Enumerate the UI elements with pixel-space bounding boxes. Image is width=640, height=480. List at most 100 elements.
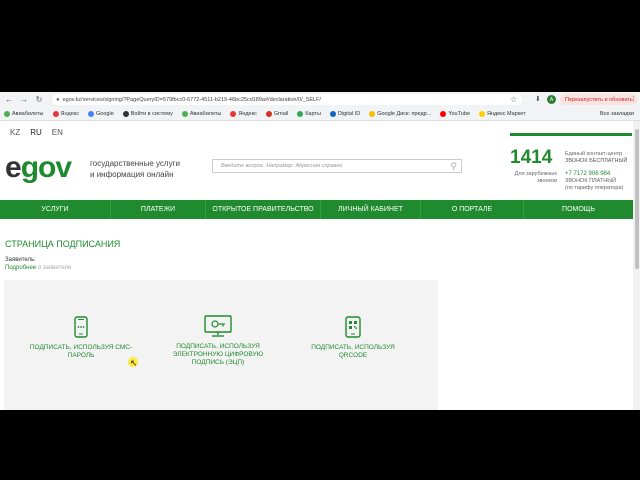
all-bookmarks-link[interactable]: Все закладки	[600, 111, 634, 117]
bookmark-favicon-icon	[369, 110, 376, 117]
bookmark-label: Gmail	[273, 110, 289, 117]
bookmark-favicon-icon	[4, 110, 10, 117]
sign-sms-option[interactable]: ПОДПИСАТЬ, ИСПОЛЬЗУЯ СМС- ПАРОЛЬ	[26, 316, 136, 360]
search-placeholder: Введите вопрос. Например: Адресная справ…	[221, 163, 342, 169]
foreign-calls-note: Для зарубежных звонков	[505, 171, 557, 185]
bookmark-item[interactable]: YouTube	[440, 110, 470, 117]
contact-center-label: Единый контакт-центр	[565, 151, 623, 157]
applicant-details-link[interactable]: Подробнее о заявителе	[5, 265, 71, 271]
lang-en[interactable]: EN	[52, 128, 63, 137]
mobile-phone-icon	[74, 316, 88, 338]
bookmark-favicon-icon	[297, 110, 304, 117]
mouse-pointer-icon: ↖	[130, 358, 138, 368]
forward-icon[interactable]: →	[18, 94, 30, 106]
more-link-faded: о заявителе	[37, 265, 72, 271]
profile-avatar[interactable]: A	[547, 95, 556, 104]
language-switcher: KZ RU EN	[10, 128, 63, 137]
bookmark-favicon-icon	[230, 110, 237, 117]
paid-call-label: ЗВОНОК ПЛАТНЫЙ	[565, 178, 617, 184]
sms-option-line-2: ПАРОЛЬ	[67, 352, 95, 359]
lang-kz[interactable]: KZ	[10, 128, 20, 137]
bookmark-label: Google	[96, 110, 114, 117]
back-icon[interactable]: ←	[3, 94, 15, 106]
lang-ru[interactable]: RU	[30, 128, 42, 137]
page-scrollbar-thumb[interactable]	[635, 129, 639, 269]
bookmark-item[interactable]: Google	[88, 110, 114, 117]
bookmark-label: Яндекс	[238, 110, 257, 117]
menu-personal-cabinet[interactable]: ЛИЧНЫЙ КАБИНЕТ	[321, 200, 421, 219]
bookmark-item[interactable]: Digital ID	[329, 110, 361, 117]
bookmark-label: Яндекс Маркет	[486, 110, 526, 117]
free-call-label: ЗВОНОК БЕСПЛАТНЫЙ	[565, 158, 628, 164]
ecp-option-line-2: ЭЛЕКТРОННУЮ ЦИФРОВУЮ	[172, 351, 264, 358]
bookmark-label: Войти в систему	[130, 110, 173, 117]
phone-note-line-1: Для зарубежных	[514, 171, 557, 177]
bookmark-label: Google Диск: предр...	[377, 110, 432, 117]
browser-window: ← → ↻ ● egov.kz/services/signing/?PageQu…	[0, 92, 640, 410]
logo-gov: gov	[20, 151, 72, 184]
header-accent-line	[510, 133, 632, 136]
sign-qrcode-option[interactable]: ПОДПИСАТЬ, ИСПОЛЬЗУЯ QRCODE	[300, 316, 406, 360]
reload-icon[interactable]: ↻	[33, 94, 45, 106]
bookmark-item[interactable]: Яндекс Маркет	[478, 110, 526, 117]
bookmark-item[interactable]: Войти в систему	[122, 110, 173, 117]
sign-ecp-option[interactable]: ПОДПИСАТЬ, ИСПОЛЬЗУЯ ЭЛЕКТРОННУЮ ЦИФРОВУ…	[160, 315, 276, 367]
bookmark-item[interactable]: Авиабилеты	[4, 110, 44, 117]
contact-center-info: Единый контакт-центр ЗВОНОК БЕСПЛАТНЫЙ	[565, 151, 627, 165]
bookmark-favicon-icon	[265, 110, 272, 117]
menu-payments[interactable]: ПЛАТЕЖИ	[111, 200, 206, 219]
bookmark-item[interactable]: Gmail	[265, 110, 289, 117]
bookmark-favicon-icon	[88, 110, 95, 117]
bookmark-favicon-icon	[478, 110, 485, 117]
bookmark-item[interactable]: Карты	[297, 110, 321, 117]
bookmark-label: Карты	[305, 110, 321, 117]
more-link-text: Подробнее	[5, 265, 37, 271]
page-title: СТРАНИЦА ПОДПИСАНИЯ	[5, 239, 121, 249]
ecp-option-line-1: ПОДПИСАТЬ, ИСПОЛЬЗУЯ	[176, 343, 260, 350]
contact-phone-number: 1414	[510, 147, 553, 168]
bookmark-favicon-icon	[440, 110, 447, 117]
sms-option-line-1: ПОДПИСАТЬ, ИСПОЛЬЗУЯ СМС-	[29, 344, 133, 351]
egov-page: KZ RU EN egov государственные услуги и и…	[0, 121, 633, 410]
browser-toolbar: ← → ↻ ● egov.kz/services/signing/?PageQu…	[0, 92, 640, 107]
menu-help[interactable]: ПОМОЩЬ	[524, 200, 633, 219]
logo-e: e	[5, 151, 22, 184]
qr-option-line-1: ПОДПИСАТЬ, ИСПОЛЬЗУЯ	[311, 344, 395, 351]
menu-open-government[interactable]: ОТКРЫТОЕ ПРАВИТЕЛЬСТВО	[206, 200, 321, 219]
tagline-line-2: и информация онлайн	[90, 170, 174, 179]
digital-signature-monitor-icon	[204, 315, 232, 337]
lock-icon: ●	[56, 96, 60, 103]
bookmark-favicon-icon	[329, 110, 336, 117]
bookmarks-bar: Авиабилеты Яндекс Google Войти в систему Ави…	[0, 107, 640, 121]
menu-about-portal[interactable]: О ПОРТАЛЕ	[421, 200, 524, 219]
qr-option-line-2: QRCODE	[338, 352, 368, 359]
bookmark-star-icon[interactable]: ☆	[510, 95, 517, 104]
phone-note-line-2: звонков	[537, 178, 557, 184]
tagline-line-1: государственные услуги	[90, 159, 180, 168]
bookmark-item[interactable]: Авиабилеты	[181, 110, 221, 117]
egov-logo[interactable]: egov	[5, 151, 72, 185]
url-text: egov.kz/services/signing/?PageQueryID=57…	[62, 96, 321, 103]
bookmark-item[interactable]: Google Диск: предр...	[369, 110, 432, 117]
search-icon[interactable]: ⚲	[450, 161, 457, 172]
bookmark-label: Digital ID	[337, 110, 361, 117]
operator-tariff-note: (по тарифу оператора)	[565, 185, 624, 191]
search-input[interactable]: Введите вопрос. Например: Адресная справ…	[212, 159, 462, 173]
bookmark-favicon-icon	[52, 110, 59, 117]
download-icon[interactable]: ⬇	[535, 95, 541, 103]
bookmark-favicon-icon	[122, 110, 129, 117]
qrcode-phone-icon	[345, 316, 361, 338]
main-menu: УСЛУГИ ПЛАТЕЖИ ОТКРЫТОЕ ПРАВИТЕЛЬСТВО ЛИ…	[0, 200, 633, 219]
more-menu-icon[interactable]: ⋮	[630, 95, 637, 103]
bookmark-item[interactable]: Яндекс	[230, 110, 257, 117]
bookmark-item[interactable]: Яндекс	[52, 110, 80, 117]
restart-update-button[interactable]: Перезапустить и обновить	[560, 94, 638, 105]
bookmark-label: Авиабилеты	[12, 110, 44, 117]
ecp-option-line-3: ПОДПИСЬ (ЭЦП)	[191, 359, 245, 366]
bookmark-label: YouTube	[448, 110, 470, 117]
address-bar[interactable]: ● egov.kz/services/signing/?PageQueryID=…	[52, 94, 522, 105]
menu-services[interactable]: УСЛУГИ	[0, 200, 111, 219]
bookmark-label: Яндекс	[60, 110, 80, 117]
paid-phone-number: +7 7172 906 984	[565, 171, 611, 177]
site-tagline: государственные услуги и информация онла…	[90, 158, 180, 180]
